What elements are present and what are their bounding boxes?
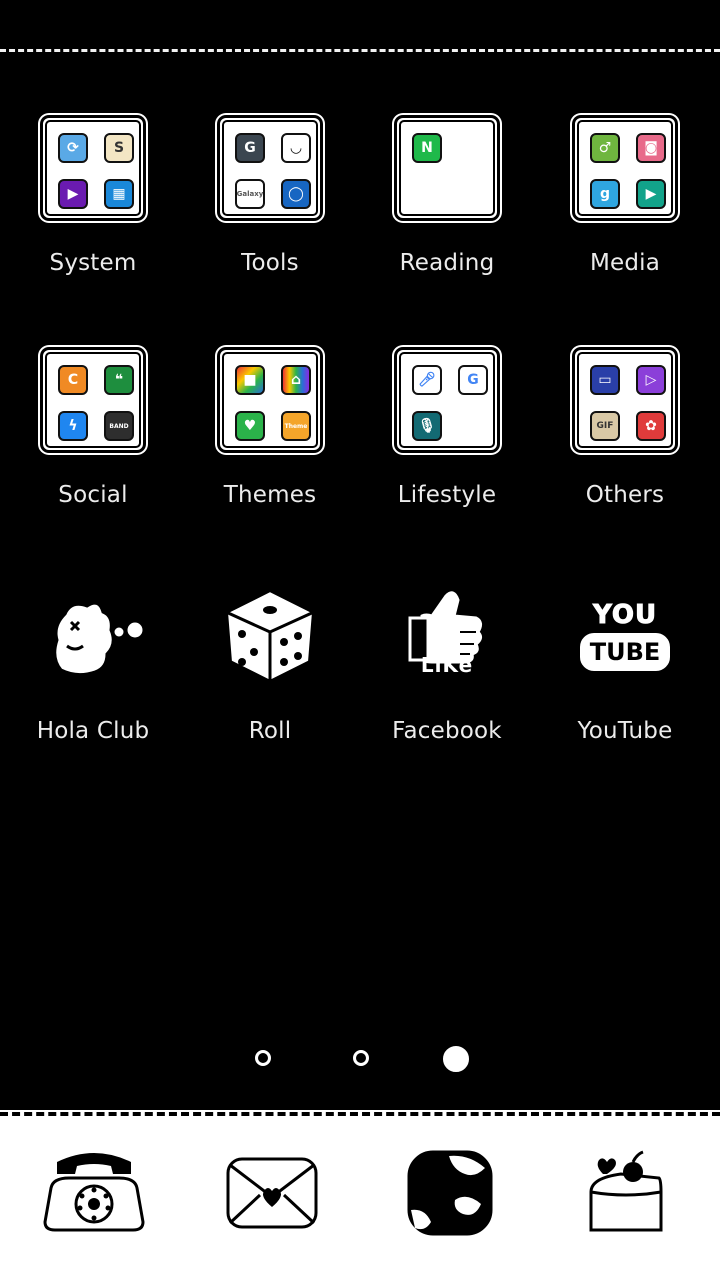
folder-others[interactable]: ▭ ▷ GIF ✿ Others — [545, 344, 705, 524]
folder-system-icon: ⟳ S ▶ ▦ — [37, 112, 149, 224]
theme-store-icon: ■ — [235, 365, 265, 395]
dice-icon — [214, 580, 326, 692]
thumbs-up-like-icon: LiKe — [391, 580, 503, 692]
folder-tools-label: Tools — [241, 250, 299, 276]
gif-icon: GIF — [590, 411, 620, 441]
play-store-icon: ▶ — [636, 179, 666, 209]
samsung-s-icon: S — [104, 133, 134, 163]
page-dot-3[interactable] — [443, 1046, 469, 1072]
folder-others-label: Others — [585, 482, 665, 508]
page-dot-2[interactable] — [353, 1050, 369, 1066]
app-facebook[interactable]: LiKe Facebook — [367, 580, 527, 760]
folder-media-icon: ♂ ◙ g ▶ — [569, 112, 681, 224]
page-indicator — [0, 1046, 720, 1072]
voice-search-icon: 🎤︎ — [412, 365, 442, 395]
app-youtube[interactable]: YOU TUBE YouTube — [545, 580, 705, 760]
dock-phone[interactable] — [34, 1140, 154, 1246]
theme-bag-icon: ⌂ — [281, 365, 311, 395]
shopping-bag-icon: ◡ — [281, 133, 311, 163]
tv-icon: ▭ — [590, 365, 620, 395]
band-icon: BAND — [104, 411, 134, 441]
app-hola-club-label: Hola Club — [36, 718, 150, 744]
folder-system-label: System — [49, 250, 137, 276]
dock-messages[interactable] — [212, 1140, 332, 1246]
folder-media-label: Media — [589, 250, 661, 276]
folder-social-label: Social — [58, 482, 128, 508]
galaxy-apps-icon: Galaxy — [235, 179, 265, 209]
music-icon: ♂ — [590, 133, 620, 163]
folder-lifestyle-icon: 🎤︎ G 🎙︎ — [391, 344, 503, 456]
voice-recorder-icon: 🎙︎ — [412, 411, 442, 441]
folder-others-icon: ▭ ▷ GIF ✿ — [569, 344, 681, 456]
youtube-text-icon: YOU TUBE — [569, 580, 681, 692]
theme-box-icon: Theme — [281, 411, 311, 441]
cake-icon — [589, 1150, 663, 1232]
camera-icon: ◙ — [636, 133, 666, 163]
app-facebook-label: Facebook — [392, 718, 502, 744]
naver-n-icon: N — [412, 133, 442, 163]
page-dot-1[interactable] — [255, 1050, 271, 1066]
folder-media[interactable]: ♂ ◙ g ▶ Media — [545, 112, 705, 292]
folder-reading-icon: N — [391, 112, 503, 224]
folder-tools[interactable]: G ◡ Galaxy ◯ Tools — [190, 112, 350, 292]
folder-themes-label: Themes — [223, 482, 317, 508]
samsung-internet-icon: ◯ — [281, 179, 311, 209]
dock-divider — [0, 1112, 720, 1116]
app-grid: ⟳ S ▶ ▦ System G ◡ Galaxy ◯ Tools N Read… — [0, 0, 720, 1100]
folder-social[interactable]: C ❝ ϟ BAND Social — [13, 344, 173, 524]
heart-theme-icon: ♥ — [235, 411, 265, 441]
gallery-g-icon: g — [590, 179, 620, 209]
messenger-icon: ϟ — [58, 411, 88, 441]
folder-reading[interactable]: N Reading — [367, 112, 527, 292]
folder-lifestyle-label: Lifestyle — [397, 482, 497, 508]
video-player-icon: ▷ — [636, 365, 666, 395]
folder-themes[interactable]: ■ ⌂ ♥ Theme Themes — [190, 344, 350, 524]
folder-system[interactable]: ⟳ S ▶ ▦ System — [13, 112, 173, 292]
app-roll-label: Roll — [248, 718, 292, 744]
dock-store[interactable] — [566, 1140, 686, 1246]
like-text: LiKe — [420, 653, 474, 677]
storage-icon: ▦ — [104, 179, 134, 209]
folder-reading-label: Reading — [399, 250, 495, 276]
envelope-heart-icon — [226, 1157, 318, 1229]
folder-lifestyle[interactable]: 🎤︎ G 🎙︎ Lifestyle — [367, 344, 527, 524]
dino-icon — [37, 580, 149, 692]
app-hola-club[interactable]: Hola Club — [13, 580, 173, 760]
app-youtube-label: YouTube — [577, 718, 673, 744]
app-update-icon: ⟳ — [58, 133, 88, 163]
video-play-icon: ▶ — [58, 179, 88, 209]
folder-themes-icon: ■ ⌂ ♥ Theme — [214, 344, 326, 456]
rotary-phone-icon — [43, 1153, 145, 1232]
youtube-you-text: YOU — [592, 600, 658, 630]
flower-face-icon: ✿ — [636, 411, 666, 441]
folder-social-icon: C ❝ ϟ BAND — [37, 344, 149, 456]
youtube-tube-text: TUBE — [579, 633, 671, 671]
cow-pattern-icon — [407, 1150, 493, 1236]
folder-tools-icon: G ◡ Galaxy ◯ — [214, 112, 326, 224]
google-g-icon: G — [458, 365, 488, 395]
settings-gear-icon: G — [235, 133, 265, 163]
app-roll[interactable]: Roll — [190, 580, 350, 760]
dock-browser[interactable] — [390, 1140, 510, 1246]
hangouts-icon: ❝ — [104, 365, 134, 395]
chat-c-icon: C — [58, 365, 88, 395]
